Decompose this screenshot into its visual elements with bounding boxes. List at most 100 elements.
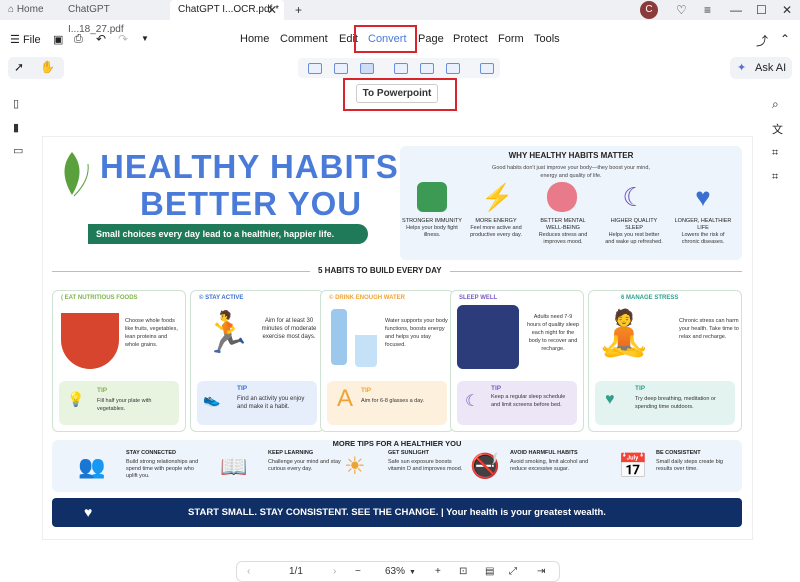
convert-more-icon[interactable]: [480, 63, 494, 74]
to-word-icon[interactable]: [308, 63, 322, 74]
scan-icon[interactable]: ⌗: [772, 171, 778, 184]
sleeping-person-icon: [457, 305, 519, 369]
lightning-icon: ⚡: [481, 182, 514, 212]
moon-icon: ☾: [465, 393, 480, 410]
convert-highlight: [354, 25, 417, 53]
page-view-icon[interactable]: ▤: [485, 566, 494, 577]
menu-page[interactable]: Page: [418, 33, 444, 45]
menu-comment[interactable]: Comment: [280, 33, 328, 45]
why-item-sleep: HIGHER QUALITY SLEEP Helps you rest bette…: [605, 218, 663, 245]
water-bottle-icon: [331, 309, 347, 365]
heart-badge-icon: ♥: [84, 504, 93, 520]
hero-title-line1: HEALTHY HABITS,: [100, 148, 409, 185]
why-item-immunity: STRONGER IMMUNITY Helps your body fight i…: [402, 218, 462, 238]
menu-protect[interactable]: Protect: [453, 33, 488, 45]
tip-box: 💡 TIP Fill half your plate with vegetabl…: [59, 381, 179, 425]
to-excel-icon[interactable]: [334, 63, 348, 74]
sun-icon: ☀: [344, 453, 366, 480]
menu-home[interactable]: Home: [240, 33, 269, 45]
page-navigation-bar: ‹ 1/1 › − 63% ▼ + ⊡ ▤ ⤢ ⇥: [236, 561, 560, 582]
more-tip-consistent: 📅 BE CONSISTENT Small daily steps create …: [618, 450, 723, 480]
translate-icon[interactable]: 文: [772, 121, 783, 137]
bookmark-icon[interactable]: ▮: [13, 122, 25, 134]
more-tip-learning: 📖 KEEP LEARNING Challenge your mind and s…: [220, 450, 341, 479]
avatar[interactable]: C: [640, 1, 658, 19]
tip-box: ♥ TIP Try deep breathing, meditation or …: [595, 381, 735, 425]
file-menu[interactable]: ☰ File: [10, 33, 41, 46]
minimize-button[interactable]: —: [730, 2, 742, 18]
why-habits-panel: WHY HEALTHY HABITS MATTER Good habits do…: [400, 146, 742, 260]
home-tab[interactable]: ⌂ Home: [0, 0, 58, 20]
bottom-banner: ♥ START SMALL. STAY CONSISTENT. SEE THE …: [52, 498, 742, 527]
menu-form[interactable]: Form: [498, 33, 524, 45]
print-icon[interactable]: ⎙: [74, 33, 83, 46]
tooltip-highlight: [343, 78, 457, 111]
habit-card-water: © DRINK ENOUGH WATER Water supports your…: [320, 290, 454, 432]
support-icon[interactable]: ♡: [676, 2, 687, 18]
menu-icon[interactable]: ≡: [704, 2, 711, 18]
select-cursor-icon[interactable]: ➚: [14, 60, 24, 74]
shield-plus-icon: [417, 182, 447, 212]
prev-page-icon[interactable]: ‹: [247, 566, 250, 577]
more-tip-sunlight: ☀ GET SUNLIGHT Safe sun exposure boosts v…: [344, 450, 463, 480]
why-item-energy: MORE ENERGY Feel more active and producti…: [470, 218, 522, 238]
to-powerpoint-icon[interactable]: [360, 63, 374, 74]
menu-tools[interactable]: Tools: [534, 33, 560, 45]
tip-box: 👟 TIP Find an activity you enjoy and mak…: [197, 381, 317, 425]
search-icon[interactable]: ⌕: [772, 97, 779, 112]
ocr-icon[interactable]: ⌗: [772, 147, 778, 160]
why-item-longevity: LONGER, HEALTHIER LIFE Lowers the risk of…: [674, 218, 732, 245]
close-tab-icon[interactable]: ✕: [267, 2, 277, 18]
quick-access-dropdown-icon[interactable]: ▼: [141, 34, 149, 43]
shoe-icon: 👟: [203, 391, 221, 407]
redo-icon[interactable]: ↷: [118, 32, 128, 46]
fullscreen-icon[interactable]: ⤢: [509, 566, 517, 577]
moon-icon: ☾: [622, 182, 646, 212]
runner-icon: 🏃: [202, 311, 252, 355]
thumbnails-icon[interactable]: ▯: [13, 98, 25, 110]
habit-card-sleep: SLEEP WELL Adults need 7-9 hours of qual…: [450, 290, 584, 432]
ai-sparkle-icon: ✦: [737, 62, 747, 74]
save-icon[interactable]: ▣: [53, 33, 63, 46]
to-text-icon[interactable]: [420, 63, 434, 74]
hero-title-line2: BETTER YOU: [140, 185, 363, 222]
habit-card-active: © STAY ACTIVE 🏃 Aim for at least 30 minu…: [190, 290, 324, 432]
tip-box: ☾ TIP Keep a regular sleep schedule and …: [457, 381, 577, 425]
letter-a-icon: A: [337, 385, 354, 412]
meditation-icon: 🧘: [596, 309, 652, 358]
home-icon: ⌂: [8, 4, 15, 15]
share-icon[interactable]: ⤴: [756, 32, 768, 49]
calendar-check-icon: 📅: [618, 453, 648, 480]
habits-section-title: 5 HABITS TO BUILD EVERY DAY: [310, 266, 450, 275]
brain-icon: [547, 182, 577, 212]
fit-width-icon[interactable]: ⊡: [459, 566, 467, 577]
close-window-button[interactable]: ✕: [782, 2, 792, 18]
book-icon: 📖: [220, 454, 248, 479]
more-tips-title: MORE TIPS FOR A HEALTHIER YOU: [332, 439, 462, 448]
more-tip-harmful: 🚭 AVOID HARMFUL HABITS Avoid smoking, lim…: [470, 450, 589, 480]
zoom-out-button[interactable]: −: [355, 566, 361, 577]
zoom-dropdown-icon[interactable]: ▼: [409, 569, 416, 576]
to-image-icon[interactable]: [394, 63, 408, 74]
comments-icon[interactable]: ▭: [13, 145, 25, 157]
zoom-in-button[interactable]: +: [435, 566, 441, 577]
tab-file-1[interactable]: ChatGPT I...18_27.pdf: [60, 0, 164, 35]
leaf-decoration-icon: [64, 152, 89, 197]
heart-icon: ♥: [695, 182, 711, 212]
expand-icon[interactable]: ⌃: [780, 32, 790, 46]
zoom-level[interactable]: 63%: [385, 566, 405, 577]
hand-tool-icon[interactable]: ✋: [40, 60, 55, 74]
next-page-icon[interactable]: ›: [333, 566, 336, 577]
exit-view-icon[interactable]: ⇥: [537, 566, 545, 577]
undo-icon[interactable]: ↶: [96, 32, 106, 46]
page-indicator[interactable]: 1/1: [289, 566, 303, 577]
habit-card-nutrition: ( EAT NUTRITIOUS FOODS Choose whole food…: [52, 290, 186, 432]
maximize-button[interactable]: ☐: [756, 2, 767, 18]
ask-ai-button[interactable]: ✦ Ask AI: [730, 57, 792, 79]
water-glass-icon: [355, 335, 377, 367]
hamburger-icon: ☰: [10, 34, 20, 46]
heart-icon: ♥: [605, 391, 615, 408]
to-html-icon[interactable]: [446, 63, 460, 74]
more-tips-panel: MORE TIPS FOR A HEALTHIER YOU 👥 STAY CON…: [52, 439, 742, 492]
new-tab-button[interactable]: +: [295, 2, 302, 18]
